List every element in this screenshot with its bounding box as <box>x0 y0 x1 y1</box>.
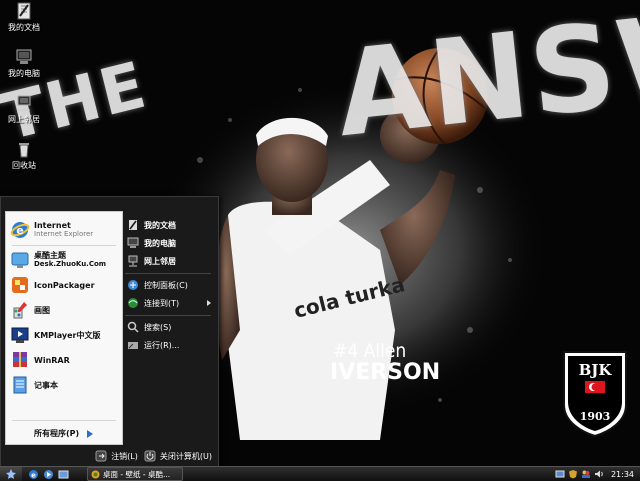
logoff-icon <box>95 450 107 462</box>
taskbar-window-label: 桌面 - 壁纸 - 桌酷... <box>103 469 171 479</box>
tray-network-icon[interactable] <box>555 469 565 479</box>
start-item-winrar[interactable]: WinRAR <box>10 348 70 372</box>
desktop-icon-network-places[interactable]: 网上邻居 <box>0 94 48 125</box>
start-item-internet[interactable]: e Internet Internet Explorer <box>10 218 93 242</box>
wallpaper-player-surname: IVERSON <box>330 360 441 385</box>
start-item-subtitle: Desk.ZhuoKu.Com <box>34 260 107 268</box>
desktop-icon-my-computer[interactable]: 我的电脑 <box>0 48 48 79</box>
desktop-icon-label: 我的电脑 <box>8 69 40 78</box>
all-programs-arrow-icon <box>87 429 94 438</box>
logoff-label: 注销(L) <box>111 451 138 461</box>
start-item-title: Internet <box>34 221 71 230</box>
zhuoku-theme-icon <box>11 252 29 268</box>
logoff-button[interactable]: 注销(L) <box>95 450 138 462</box>
start-item-title: IconPackager <box>34 280 95 290</box>
tray-users-icon[interactable] <box>581 469 591 479</box>
start-menu: e Internet Internet Explorer 桌酷主题 Desk.Zhu… <box>0 196 219 467</box>
desktop-icon-my-documents[interactable]: 我的文档 <box>0 2 48 33</box>
shutdown-label: 关闭计算机(U) <box>159 451 212 461</box>
internet-explorer-icon: e <box>10 222 30 238</box>
kmplayer-icon <box>11 327 29 343</box>
start-menu-programs-pane: e Internet Internet Explorer 桌酷主题 Desk.Zhu… <box>5 211 123 445</box>
start-item-title: 画图 <box>34 305 50 315</box>
start-item-subtitle: Internet Explorer <box>34 230 94 238</box>
network-places-icon <box>128 255 138 267</box>
start-menu-divider <box>12 420 116 421</box>
start-menu-footer: 注销(L) 关闭计算机(U) <box>1 445 218 467</box>
start-item-title: WinRAR <box>34 355 70 365</box>
my-computer-icon <box>16 49 32 64</box>
browser-icon <box>91 470 100 478</box>
run-icon <box>128 342 138 349</box>
connect-to-icon <box>128 298 138 308</box>
quick-launch-ie-icon[interactable]: e <box>28 469 39 480</box>
control-panel-icon <box>128 280 138 290</box>
taskbar-window-button[interactable]: 桌面 - 壁纸 - 桌酷... <box>87 467 183 481</box>
places-item-label: 运行(R)... <box>144 340 180 350</box>
quick-launch: e <box>28 469 73 480</box>
start-item-zhuoku[interactable]: 桌酷主题 Desk.ZhuoKu.Com <box>10 248 106 272</box>
winrar-icon <box>13 352 27 367</box>
places-divider <box>125 315 211 316</box>
places-item-my-documents[interactable]: 我的文档 <box>127 217 176 233</box>
power-icon <box>144 450 156 462</box>
bjk-logo-letters: BJK <box>579 361 613 379</box>
places-item-network-places[interactable]: 网上邻居 <box>127 253 176 269</box>
places-item-my-computer[interactable]: 我的电脑 <box>127 235 176 251</box>
start-item-kmplayer[interactable]: KMPlayer中文版 <box>10 323 101 347</box>
places-item-label: 我的电脑 <box>144 238 176 248</box>
places-item-search[interactable]: 搜索(S) <box>127 319 171 335</box>
start-menu-places-pane: 我的文档 我的电脑 网上邻居 控制面板(C) 连接到(T) 搜索(S) 运行(R… <box>123 211 217 443</box>
wallpaper-player-number: #4 Allen <box>333 340 407 362</box>
start-item-iconpackager[interactable]: IconPackager <box>10 273 95 297</box>
shutdown-button[interactable]: 关闭计算机(U) <box>144 450 212 462</box>
all-programs-label: 所有程序(P) <box>34 429 80 438</box>
places-item-control-panel[interactable]: 控制面板(C) <box>127 277 188 293</box>
tray-security-icon[interactable] <box>568 469 578 479</box>
notepad-icon <box>13 376 27 394</box>
start-button[interactable] <box>0 467 22 481</box>
my-documents-icon <box>17 2 31 20</box>
quick-launch-media-icon[interactable] <box>43 469 54 480</box>
start-item-paint[interactable]: 画图 <box>10 298 50 322</box>
submenu-arrow-icon <box>207 300 211 306</box>
taskbar: e 桌面 - 壁纸 - 桌酷... 21:34 <box>0 466 640 481</box>
places-item-label: 搜索(S) <box>144 322 172 332</box>
start-item-title: KMPlayer中文版 <box>34 330 101 340</box>
all-programs-button[interactable]: 所有程序(P) <box>34 428 94 439</box>
desktop-icon-recycle-bin[interactable]: 回收站 <box>0 140 48 171</box>
start-menu-divider <box>12 245 116 246</box>
windows-logo-icon <box>6 469 16 479</box>
desktop-icon-label: 网上邻居 <box>8 115 40 124</box>
recycle-bin-icon <box>19 143 29 158</box>
tray-volume-icon[interactable] <box>594 469 604 479</box>
places-item-label: 连接到(T) <box>144 298 180 308</box>
bjk-crest-logo: BJK 1903 <box>563 351 627 438</box>
places-item-label: 我的文档 <box>144 220 176 230</box>
svg-text:e: e <box>31 471 36 479</box>
bjk-logo-year: 1903 <box>580 410 611 423</box>
places-item-connect-to[interactable]: 连接到(T) <box>127 295 215 311</box>
network-places-icon <box>17 95 31 111</box>
taskbar-clock[interactable]: 21:34 <box>611 470 634 479</box>
start-item-title: 桌酷主题 <box>34 251 66 260</box>
places-item-run[interactable]: 运行(R)... <box>127 337 179 353</box>
system-tray: 21:34 <box>551 467 640 481</box>
places-divider <box>125 273 211 274</box>
desktop-icon-label: 我的文档 <box>8 23 40 32</box>
places-item-label: 控制面板(C) <box>144 280 188 290</box>
desktop-icon-label: 回收站 <box>12 161 36 170</box>
start-item-title: 记事本 <box>34 380 58 390</box>
svg-text:e: e <box>16 224 23 237</box>
paint-icon <box>13 302 27 319</box>
iconpackager-icon <box>12 277 28 293</box>
my-documents-icon <box>129 220 137 230</box>
quick-launch-show-desktop-icon[interactable] <box>58 469 69 480</box>
my-computer-icon <box>127 237 139 248</box>
places-item-label: 网上邻居 <box>144 256 176 266</box>
search-icon <box>127 321 139 333</box>
start-item-notepad[interactable]: 记事本 <box>10 373 58 397</box>
